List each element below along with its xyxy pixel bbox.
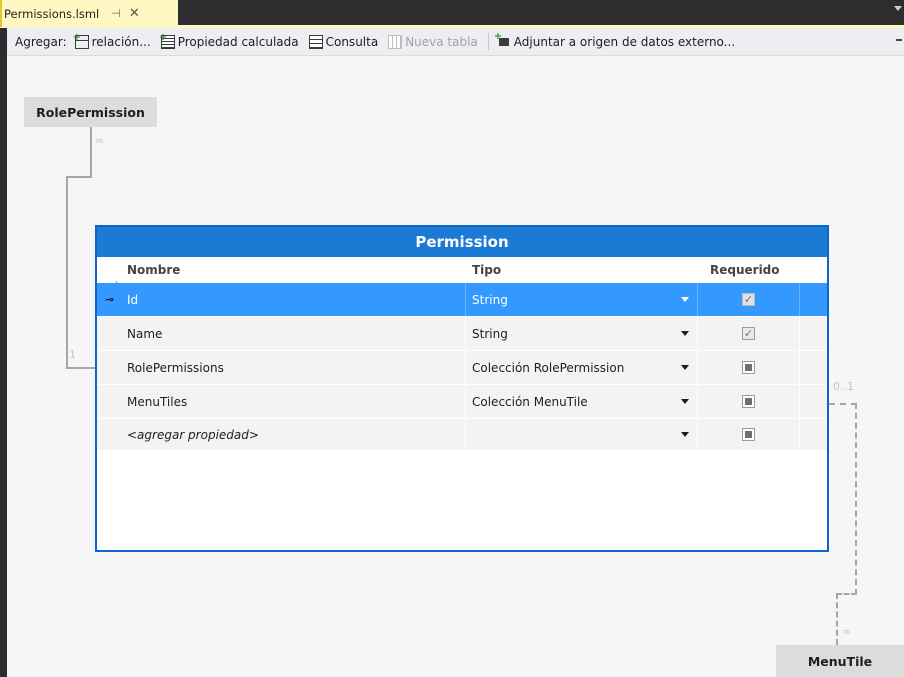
property-type-cell[interactable] [466, 419, 698, 450]
close-icon[interactable]: ✕ [129, 6, 140, 21]
property-type-cell[interactable]: String [466, 283, 698, 316]
property-type-value: Colección MenuTile [472, 394, 588, 409]
rolepermission-connector-horizontal-top [66, 176, 92, 178]
property-type-value: String [472, 292, 508, 307]
designer-toolbar: Agregar: + relación... + Propiedad calcu… [7, 28, 904, 56]
menutile-connector-vertical-bottom [836, 593, 838, 645]
property-type-cell[interactable]: String [466, 317, 698, 350]
toolbar-overflow-icon[interactable] [896, 39, 902, 45]
chevron-down-icon[interactable] [681, 432, 689, 437]
permission-multiplicity-label: 1 [69, 348, 76, 361]
document-tab-bar: Permissions.lsml ⊣ ✕ [0, 0, 904, 28]
row-gutter: ⊸ [97, 283, 121, 316]
property-type-cell[interactable]: Colección RolePermission [466, 351, 698, 384]
new-table-button[interactable]: Nueva tabla [388, 34, 478, 49]
menutile-connector-vertical-right [855, 403, 857, 595]
grid-header-row: ⌞ Nombre Tipo Requerido [97, 257, 827, 284]
menutile-multiplicity-label: ∞ [842, 625, 852, 638]
required-checkbox[interactable] [742, 395, 755, 408]
chevron-down-icon[interactable] [681, 399, 689, 404]
required-checkbox[interactable] [742, 361, 755, 374]
rolepermission-connector-horizontal-bottom [66, 367, 96, 369]
attach-datasource-icon: + [494, 31, 511, 49]
permission-entity[interactable]: Permission ⌞ Nombre Tipo Requerido ⊸ Id … [95, 225, 829, 552]
property-required-cell[interactable]: ✓ [698, 317, 800, 350]
primary-key-icon: ⊸ [104, 293, 114, 306]
property-type-cell[interactable]: Colección MenuTile [466, 385, 698, 418]
property-required-cell[interactable] [698, 385, 800, 418]
pin-icon[interactable]: ⊣ [111, 7, 121, 20]
property-name-cell[interactable]: Name [121, 317, 466, 350]
property-required-cell[interactable] [698, 419, 800, 450]
column-header-type[interactable]: Tipo [466, 257, 698, 283]
chevron-down-icon[interactable] [681, 365, 689, 370]
property-type-value: Colección RolePermission [472, 360, 625, 375]
row-gutter [97, 317, 121, 350]
property-row-rolepermissions[interactable]: RolePermissions Colección RolePermission [97, 351, 827, 385]
rolepermission-connector-vertical [66, 176, 68, 368]
column-header-name[interactable]: Nombre [121, 257, 466, 283]
property-name-cell[interactable]: RolePermissions [121, 351, 466, 384]
chevron-down-icon[interactable] [681, 297, 689, 302]
required-checkbox[interactable]: ✓ [742, 293, 755, 306]
document-tab[interactable]: Permissions.lsml ⊣ ✕ [0, 0, 178, 27]
add-query-label: Consulta [325, 34, 379, 49]
property-row-menutiles[interactable]: MenuTiles Colección MenuTile [97, 385, 827, 419]
menutile-entity[interactable]: MenuTile [776, 645, 904, 677]
attach-external-datasource-button[interactable]: + Adjuntar a origen de datos externo... [494, 31, 736, 49]
toolbar-add-label: Agregar: [15, 34, 67, 49]
entity-title[interactable]: Permission [97, 227, 827, 257]
add-computed-property-label: Propiedad calculada [177, 34, 299, 49]
toolbar-separator [487, 32, 489, 51]
menutile-connector-horizontal-middle [836, 593, 857, 595]
attach-external-datasource-label: Adjuntar a origen de datos externo... [513, 34, 736, 49]
property-row-add[interactable]: <agregar propiedad> [97, 419, 827, 451]
table-icon [388, 34, 403, 49]
property-row-name[interactable]: Name String ✓ [97, 317, 827, 351]
property-type-value: String [472, 326, 508, 341]
rolepermission-entity[interactable]: RolePermission [24, 97, 157, 127]
tab-overflow-dropdown-icon[interactable] [894, 6, 902, 11]
add-relationship-label: relación... [91, 34, 151, 49]
query-icon [308, 34, 323, 49]
permission-zero-one-multiplicity-label: 0..1 [833, 380, 854, 393]
column-header-required[interactable]: Requerido [698, 257, 800, 283]
property-required-cell[interactable]: ✓ [698, 283, 800, 316]
rolepermission-connector-vertical-top [90, 127, 92, 177]
relationship-icon: + [73, 32, 89, 49]
row-gutter [97, 351, 121, 384]
required-checkbox[interactable]: ✓ [742, 327, 755, 340]
add-relationship-button[interactable]: + relación... [73, 32, 151, 49]
add-computed-property-button[interactable]: + Propiedad calculada [159, 32, 299, 49]
row-gutter [97, 419, 121, 450]
menutile-connector-horizontal-top [829, 403, 857, 405]
properties-grid: ⌞ Nombre Tipo Requerido ⊸ Id String ✓ Na… [97, 257, 827, 451]
chevron-down-icon[interactable] [681, 331, 689, 336]
tab-title: Permissions.lsml [4, 6, 100, 21]
grid-header-gutter: ⌞ [115, 275, 119, 284]
required-checkbox[interactable] [742, 428, 755, 441]
property-required-cell[interactable] [698, 351, 800, 384]
property-row-id[interactable]: ⊸ Id String ✓ [97, 283, 827, 317]
add-property-cell[interactable]: <agregar propiedad> [121, 419, 466, 450]
property-name-cell[interactable]: Id [121, 283, 466, 316]
computed-property-icon: + [159, 32, 175, 49]
add-query-button[interactable]: Consulta [308, 34, 379, 49]
new-table-label: Nueva tabla [405, 34, 478, 49]
row-gutter [97, 385, 121, 418]
rolepermission-multiplicity-label: ∞ [95, 134, 105, 147]
property-name-cell[interactable]: MenuTiles [121, 385, 466, 418]
